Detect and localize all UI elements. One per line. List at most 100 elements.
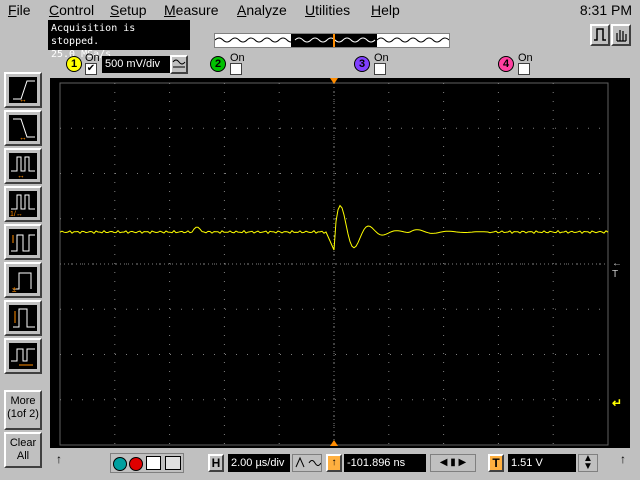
menu-setup[interactable]: Setup xyxy=(110,2,147,18)
channel-2-badge[interactable]: 2 xyxy=(210,56,226,72)
grid-dot xyxy=(497,281,499,282)
menu-file[interactable]: File xyxy=(8,2,31,18)
grid-dot xyxy=(552,308,554,309)
waveform-overview[interactable] xyxy=(214,33,450,48)
trigger-falling-edge-button[interactable]: ↔ xyxy=(4,110,42,146)
channel-4-badge[interactable]: 4 xyxy=(498,56,514,72)
grid-dot xyxy=(552,317,554,318)
grid-dot xyxy=(552,200,554,201)
timeout-trigger-button[interactable] xyxy=(4,338,42,374)
channel-2-checkbox[interactable] xyxy=(230,63,242,75)
channel-1-checkbox[interactable]: ✔ xyxy=(85,63,97,75)
grid-dot xyxy=(333,200,335,201)
grid-dot xyxy=(278,443,280,444)
grid-dot xyxy=(489,218,490,220)
grid-dot xyxy=(333,398,335,399)
transition-trigger-button[interactable] xyxy=(4,300,42,336)
menu-help[interactable]: Help xyxy=(371,2,400,18)
trigger-level-field[interactable]: 1.51 V xyxy=(508,454,576,472)
grid-dot xyxy=(223,146,225,147)
stop-button[interactable] xyxy=(611,24,631,46)
run-circle-icon[interactable] xyxy=(113,457,127,471)
grid-dot xyxy=(388,173,390,174)
runt-trigger-button[interactable] xyxy=(4,224,42,260)
grid-dot xyxy=(390,354,391,355)
timebase-field[interactable]: 2.00 µs/div xyxy=(228,454,290,472)
grid-dot xyxy=(544,308,545,310)
trigger-level-marker[interactable]: ← T xyxy=(612,258,630,280)
grid-dot xyxy=(169,137,171,138)
channel-1-badge[interactable]: 1 xyxy=(66,56,82,72)
grid-dot xyxy=(497,119,499,120)
grid-dot xyxy=(223,407,225,408)
grid-dot xyxy=(169,335,171,336)
grid-dot xyxy=(443,164,445,165)
grid-dot xyxy=(388,254,390,255)
channel-3-badge[interactable]: 3 xyxy=(354,56,370,72)
print-icon[interactable] xyxy=(165,456,181,470)
grid-dot xyxy=(169,326,171,327)
grid-dot xyxy=(434,218,435,220)
grid-dot xyxy=(126,399,127,401)
grid-dot xyxy=(114,416,116,417)
delay-reference-button[interactable]: ↑ xyxy=(326,454,342,472)
delay-spinner[interactable]: ◀ ▮ ▶ xyxy=(430,454,476,472)
run-button[interactable] xyxy=(590,24,610,46)
grid-dot xyxy=(346,308,347,310)
grid-dot xyxy=(434,308,435,310)
grid-dot xyxy=(236,308,237,310)
trigger-button[interactable]: T xyxy=(488,454,504,472)
grid-dot xyxy=(443,380,445,381)
grid-dot xyxy=(588,127,589,129)
clear-label: Clear xyxy=(9,437,37,449)
grid-dot xyxy=(552,245,554,246)
grid-dot xyxy=(443,83,445,84)
grid-dot xyxy=(278,416,280,417)
clear-all-button[interactable]: Clear All xyxy=(4,432,42,468)
grid-dot xyxy=(388,326,390,327)
scroll-right-arrow-icon[interactable]: ↑ xyxy=(620,452,626,466)
grid-dot xyxy=(278,164,280,165)
grid-dot xyxy=(552,299,554,300)
menu-analyze[interactable]: Analyze xyxy=(237,2,287,18)
grid-dot xyxy=(169,398,171,399)
grid-dot xyxy=(497,344,499,345)
grid-dot xyxy=(333,236,335,237)
menu-control[interactable]: Control xyxy=(49,2,94,18)
grid-dot xyxy=(137,399,138,401)
horizontal-button[interactable]: H xyxy=(208,454,224,472)
single-icon[interactable] xyxy=(146,456,161,470)
grid-dot xyxy=(443,236,445,237)
trigger-rising-edge-button[interactable]: ↔ xyxy=(4,72,42,108)
channel-3-checkbox[interactable] xyxy=(374,63,386,75)
channel-4-checkbox[interactable] xyxy=(518,63,530,75)
grid-dot xyxy=(445,399,446,401)
grid-dot xyxy=(291,218,292,220)
grid-dot xyxy=(511,127,512,129)
trigger-level-spinner[interactable]: ▲ ▼ xyxy=(578,454,598,472)
grid-dot xyxy=(324,127,325,129)
menu-utilities[interactable]: Utilities xyxy=(305,2,350,18)
left-toolbar: ↔ ↔ ↔ 1/↔ ± More (1of 2) Clear All xyxy=(0,20,48,480)
scroll-up-arrow-icon[interactable]: ↑ xyxy=(56,452,62,466)
grid-dot xyxy=(566,263,567,265)
pulse-width-button[interactable]: ↔ xyxy=(4,148,42,184)
grid-dot xyxy=(114,434,116,435)
grid-dot xyxy=(599,354,600,355)
grid-dot xyxy=(445,308,446,310)
more-button[interactable]: More (1of 2) xyxy=(4,390,42,430)
timebase-spinner[interactable] xyxy=(292,454,322,472)
grid-dot xyxy=(388,245,390,246)
delay-field[interactable]: -101.896 ns xyxy=(344,454,426,472)
coupling-button[interactable] xyxy=(170,55,188,74)
waveform-display[interactable]: ← T ↵ xyxy=(50,78,630,448)
setup-hold-button[interactable]: ± xyxy=(4,262,42,298)
grid-dot xyxy=(443,254,445,255)
menu-measure[interactable]: Measure xyxy=(164,2,218,18)
stop-circle-icon[interactable] xyxy=(129,457,143,471)
grid-dot xyxy=(533,127,534,129)
grid-dot xyxy=(335,263,336,265)
ground-reference-icon[interactable]: ↵ xyxy=(612,396,622,410)
grid-dot xyxy=(214,218,215,220)
glitch-trigger-button[interactable]: 1/↔ xyxy=(4,186,42,222)
